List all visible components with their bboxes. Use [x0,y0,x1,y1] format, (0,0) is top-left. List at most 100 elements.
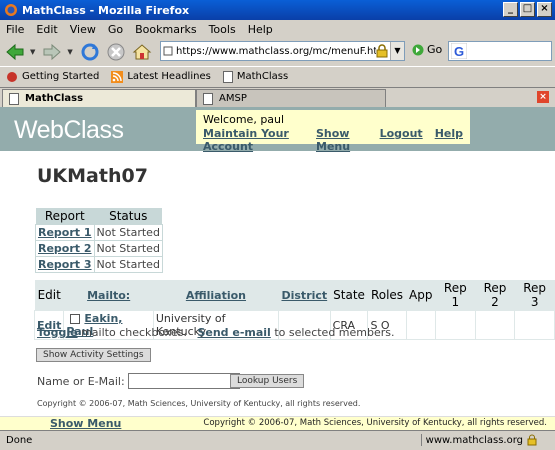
status-text: Done [6,435,33,446]
menu-bar: File Edit View Go Bookmarks Tools Help [0,20,555,38]
page-title: UKMath07 [37,165,148,187]
affiliation-column-header[interactable]: Affiliation [153,280,279,311]
show-menu-link[interactable]: Show Menu [316,127,368,153]
search-box[interactable]: G [448,41,552,61]
menu-tools[interactable]: Tools [209,23,236,36]
help-link[interactable]: Help [435,127,463,153]
maintain-account-link[interactable]: Maintain Your Account [203,127,304,153]
reload-icon[interactable] [79,41,101,63]
member-rep2 [474,310,516,340]
lookup-form: Name or E-Mail: [37,373,240,389]
menu-view[interactable]: View [70,23,96,36]
bookmark-getting-started[interactable]: Getting Started [6,71,99,83]
menu-go[interactable]: Go [108,23,123,36]
tab-strip: MathClass AMSP × [0,87,555,107]
page-content: WebClass Welcome, paul Maintain Your Acc… [0,107,555,430]
go-label: Go [427,43,443,56]
rss-icon [111,70,124,83]
tab-mathclass[interactable]: MathClass [2,89,196,107]
table-row: Report 3 Not Started [35,256,163,273]
roles-column-header: Roles [367,280,407,311]
address-bar[interactable]: https://www.mathclass.org/mc/menuF.htm?l… [160,41,405,61]
forward-dropdown-icon[interactable]: ▼ [67,48,72,56]
copyright-text: Copyright © 2006-07, Math Sciences, Univ… [37,399,361,408]
window-title-bar: MathClass - Mozilla Firefox _ □ × [0,0,555,20]
page-icon [9,92,19,105]
minimize-button[interactable]: _ [503,2,518,17]
member-rep1 [435,310,476,340]
name-email-input[interactable] [127,373,240,389]
toggle-link[interactable]: Toggle [37,326,78,339]
send-email-link[interactable]: Send e-mail [197,326,270,339]
rep1-column-header: Rep 1 [435,280,476,311]
show-activity-settings-button[interactable]: Show Activity Settings [36,348,151,362]
header-banner: WebClass Welcome, paul Maintain Your Acc… [0,107,555,153]
welcome-label: Welcome, [203,113,257,126]
edit-column-header: Edit [34,280,64,311]
report-status: Not Started [93,256,163,273]
rep2-column-header: Rep 2 [475,280,515,311]
menu-help[interactable]: Help [248,23,273,36]
state-column-header: State [330,280,368,311]
close-window-button[interactable]: × [537,2,552,17]
menu-file[interactable]: File [6,23,24,36]
getting-started-icon [7,71,17,82]
mailto-column-header[interactable]: Mailto: [63,280,154,311]
report-status: Not Started [93,240,163,257]
report-2-link[interactable]: Report 2 [38,242,92,255]
back-icon[interactable] [4,41,26,63]
back-dropdown-icon[interactable]: ▼ [30,48,35,56]
status-column-header: Status [94,208,163,225]
page-footer: Show Menu Copyright © 2006-07, Math Scie… [0,416,555,430]
lock-icon [376,44,388,58]
table-row: Report 2 Not Started [35,240,163,257]
member-app [405,310,437,340]
report-3-link[interactable]: Report 3 [38,258,92,271]
logout-link[interactable]: Logout [380,127,423,153]
footer-copyright: Copyright © 2006-07, Math Sciences, Univ… [203,418,547,428]
welcome-box: Welcome, paul Maintain Your Account Show… [196,110,470,153]
page-icon [203,92,213,105]
go-button[interactable]: Go [412,43,442,56]
webclass-logo: WebClass [14,116,124,144]
status-domain: www.mathclass.org [420,434,537,446]
report-status: Not Started [93,224,163,241]
tab-amsp[interactable]: AMSP [196,89,386,107]
window-title: MathClass - Mozilla Firefox [22,3,190,17]
mailto-checkbox[interactable] [70,314,81,324]
forward-icon[interactable] [41,41,63,63]
google-icon: G [450,42,468,60]
send-email-text: to selected members. [274,326,395,339]
svg-text:G: G [454,44,464,59]
go-arrow-icon [412,44,424,55]
bookmark-latest-headlines[interactable]: Latest Headlines [111,70,211,83]
report-1-link[interactable]: Report 1 [38,226,92,239]
menu-bookmarks[interactable]: Bookmarks [135,23,196,36]
menu-edit[interactable]: Edit [36,23,57,36]
user-name: paul [260,113,285,126]
lookup-users-button[interactable]: Lookup Users [230,374,305,388]
secure-lock-icon [527,434,537,446]
stop-icon[interactable] [105,41,127,63]
toggle-text: mailto checkboxes. [81,326,187,339]
member-rep3 [514,310,555,340]
district-column-header[interactable]: District [278,280,331,311]
page-icon [163,46,173,56]
bookmarks-toolbar: Getting Started Latest Headlines MathCla… [0,66,555,86]
lookup-label: Name or E-Mail: [37,374,125,388]
home-icon[interactable] [131,41,153,63]
page-icon [222,70,233,83]
app-column-header: App [406,280,436,311]
firefox-icon [5,4,17,16]
url-text[interactable]: https://www.mathclass.org/mc/menuF.htm?l… [173,46,376,57]
maximize-button[interactable]: □ [520,2,535,17]
footer-show-menu-link[interactable]: Show Menu [50,417,121,430]
rep3-column-header: Rep 3 [514,280,555,311]
bookmark-mathclass[interactable]: MathClass [222,70,288,83]
reports-table: Report Status Report 1 Not Started Repor… [35,208,163,273]
mailto-actions: Toggle mailto checkboxes. Send e-mail to… [37,326,395,339]
report-column-header: Report [35,208,95,225]
close-tab-icon[interactable]: × [537,91,549,103]
status-bar: Done www.mathclass.org [0,430,555,450]
url-dropdown-icon[interactable]: ▼ [390,42,404,60]
